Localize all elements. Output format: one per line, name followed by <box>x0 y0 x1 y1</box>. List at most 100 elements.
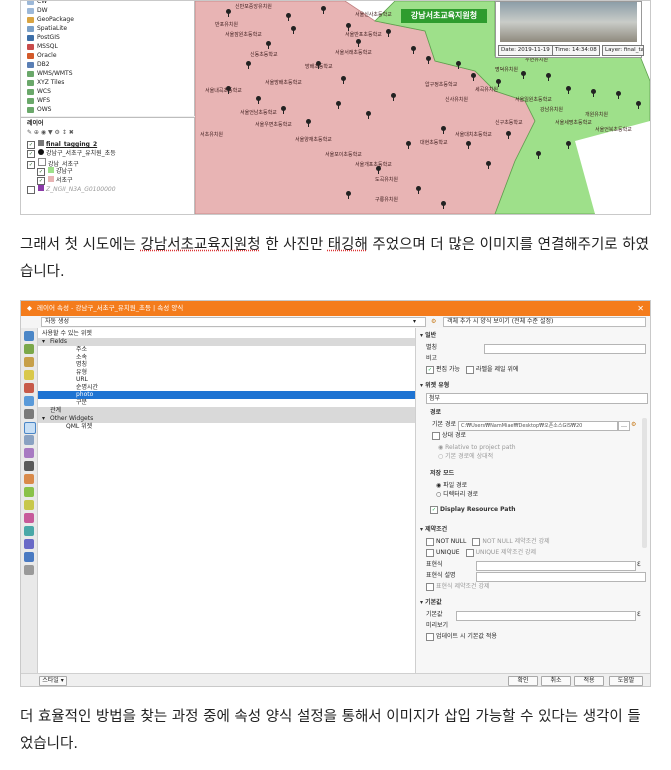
school-marker-icon[interactable] <box>320 6 327 14</box>
school-marker-icon[interactable] <box>405 141 412 149</box>
unique-row[interactable]: UNIQUE UNIQUE 제약조건 강제 <box>426 548 536 557</box>
display-resource-row[interactable]: ✓ Display Resource Path <box>430 505 516 514</box>
browser-item[interactable]: WMS/WMTS <box>27 69 73 78</box>
school-marker-icon[interactable] <box>335 101 342 109</box>
section-general[interactable]: ▾ 일반 <box>420 331 436 340</box>
help-button[interactable]: 도움말 <box>609 676 643 686</box>
browser-item[interactable]: DW <box>27 6 48 15</box>
auxiliary-storage-icon[interactable] <box>24 448 34 458</box>
ok-button[interactable]: 확인 <box>508 676 538 686</box>
school-marker-icon[interactable] <box>365 111 372 119</box>
school-marker-icon[interactable] <box>255 96 262 104</box>
school-marker-icon[interactable] <box>385 29 392 37</box>
school-marker-icon[interactable] <box>485 161 492 169</box>
browser-item[interactable]: PostGIS <box>27 33 60 42</box>
apply-on-update-row[interactable]: 업데이트 시 기본값 적용 <box>426 632 497 641</box>
expression-builder-icon[interactable]: ℇ <box>637 560 641 569</box>
display-icon[interactable] <box>24 474 34 484</box>
storage-option-1[interactable]: ◉ 파일 경로 <box>436 481 467 490</box>
tree-group-other[interactable]: ▾ Other Widgets <box>38 415 415 423</box>
school-marker-icon[interactable] <box>345 23 352 31</box>
layer-item[interactable]: ✓ 강남구 <box>37 167 73 176</box>
data-defined-icon[interactable]: ⚙ <box>631 420 636 429</box>
school-marker-icon[interactable] <box>565 86 572 94</box>
school-marker-icon[interactable] <box>635 101 642 109</box>
symbology-icon[interactable] <box>24 357 34 367</box>
layer-item[interactable]: ✓ final_tagging_2 <box>27 140 97 149</box>
map-canvas[interactable]: 신반포중앙유치원 반포유치원 서울잠원초등학교 신동초등학교 서울신사초등학교 서울반포초… <box>195 1 650 214</box>
school-marker-icon[interactable] <box>280 106 287 114</box>
default-path-input[interactable]: C:₩Users₩NamMiae₩Desktop₩오픈소스GIS₩20 <box>458 421 618 431</box>
school-marker-icon[interactable] <box>245 61 252 69</box>
school-marker-icon[interactable] <box>225 9 232 17</box>
dependencies-icon[interactable] <box>24 526 34 536</box>
tree-field-item[interactable]: 구분 <box>38 399 415 407</box>
school-marker-icon[interactable] <box>465 141 472 149</box>
layer-checkbox[interactable]: ✓ <box>27 149 35 158</box>
scrollbar[interactable] <box>642 418 647 548</box>
expression-input[interactable] <box>476 561 636 571</box>
school-marker-icon[interactable] <box>305 119 312 127</box>
cancel-button[interactable]: 취소 <box>541 676 571 686</box>
section-constraints[interactable]: ▾ 제약조건 <box>420 525 447 534</box>
school-marker-icon[interactable] <box>440 201 447 209</box>
editable-checkbox[interactable]: ✓ <box>426 365 434 374</box>
tree-field-item[interactable]: 명칭 <box>38 361 415 369</box>
close-icon[interactable]: ✕ <box>637 301 644 316</box>
labels-icon[interactable] <box>24 370 34 380</box>
relative-option-1[interactable]: ◉ Relative to project path <box>438 443 516 452</box>
tree-field-item[interactable]: 순명시간 <box>38 384 415 392</box>
joins-icon[interactable] <box>24 435 34 445</box>
tree-item[interactable]: QML 위젯 <box>38 423 415 431</box>
information-icon[interactable] <box>24 331 34 341</box>
school-marker-icon[interactable] <box>410 46 417 54</box>
alias-input[interactable] <box>484 344 646 354</box>
school-marker-icon[interactable] <box>470 73 477 81</box>
school-marker-icon[interactable] <box>520 71 527 79</box>
school-marker-icon[interactable] <box>345 191 352 199</box>
section-defaults[interactable]: ▾ 기본값 <box>420 598 442 607</box>
school-marker-icon[interactable] <box>340 76 347 84</box>
school-marker-icon[interactable] <box>495 79 502 87</box>
browser-item[interactable]: MSSQL <box>27 42 58 51</box>
layer-checkbox[interactable] <box>27 185 35 194</box>
school-marker-icon[interactable] <box>265 41 272 49</box>
school-marker-icon[interactable] <box>505 131 512 139</box>
unique-checkbox[interactable] <box>426 548 434 557</box>
display-resource-checkbox[interactable]: ✓ <box>430 505 438 514</box>
layer-checkbox[interactable]: ✓ <box>37 176 45 185</box>
expression-desc-input[interactable] <box>476 572 646 582</box>
browser-item[interactable]: OWS <box>27 105 51 114</box>
python-init-icon[interactable]: ⚙ <box>431 316 436 328</box>
browser-item[interactable]: WCS <box>27 87 51 96</box>
school-marker-icon[interactable] <box>590 89 597 97</box>
school-marker-icon[interactable] <box>415 186 422 194</box>
layer-checkbox[interactable]: ✓ <box>27 160 35 169</box>
not-null-row[interactable]: NOT NULL NOT NULL 제약조건 강제 <box>426 537 550 546</box>
not-null-enforce-checkbox[interactable] <box>472 537 481 546</box>
fields-icon[interactable] <box>24 409 34 419</box>
digitizing-icon[interactable] <box>24 565 34 575</box>
layers-toolbar[interactable]: ✎ ⊕ ◉ ▼ ⚙ ↕ ✖ <box>27 128 74 137</box>
qgis-server-icon[interactable] <box>24 552 34 562</box>
browser-item[interactable]: GeoPackage <box>27 15 74 24</box>
apply-on-update-checkbox[interactable] <box>426 632 434 641</box>
expression-enforce-checkbox[interactable] <box>426 582 434 591</box>
variables-icon[interactable] <box>24 500 34 510</box>
tree-group-fields[interactable]: ▾ Fields <box>38 338 415 346</box>
metadata-icon[interactable] <box>24 513 34 523</box>
layer-item[interactable]: ✓ 서초구 <box>37 176 73 185</box>
school-marker-icon[interactable] <box>390 93 397 101</box>
tree-field-item[interactable]: URL <box>38 376 415 384</box>
layer-item[interactable]: ✓ 강남구_서초구_유치원_초등 <box>27 149 116 158</box>
relative-option-2[interactable]: ○ 기본 경로에 상대적 <box>438 452 493 461</box>
school-marker-icon[interactable] <box>545 73 552 81</box>
relative-path-checkbox[interactable] <box>432 431 440 440</box>
tree-field-item[interactable]: 주소 <box>38 346 415 354</box>
browser-item[interactable]: DB2 <box>27 60 50 69</box>
relative-path-row[interactable]: 상대 경로 <box>432 431 466 440</box>
editable-row[interactable]: ✓ 편집 가능 라벨을 제일 위에 <box>426 365 518 374</box>
browser-item[interactable]: WFS <box>27 96 50 105</box>
browser-item[interactable]: XYZ Tiles <box>27 78 64 87</box>
layer-item[interactable]: Z_NGII_N3A_G0100000 <box>27 185 116 194</box>
